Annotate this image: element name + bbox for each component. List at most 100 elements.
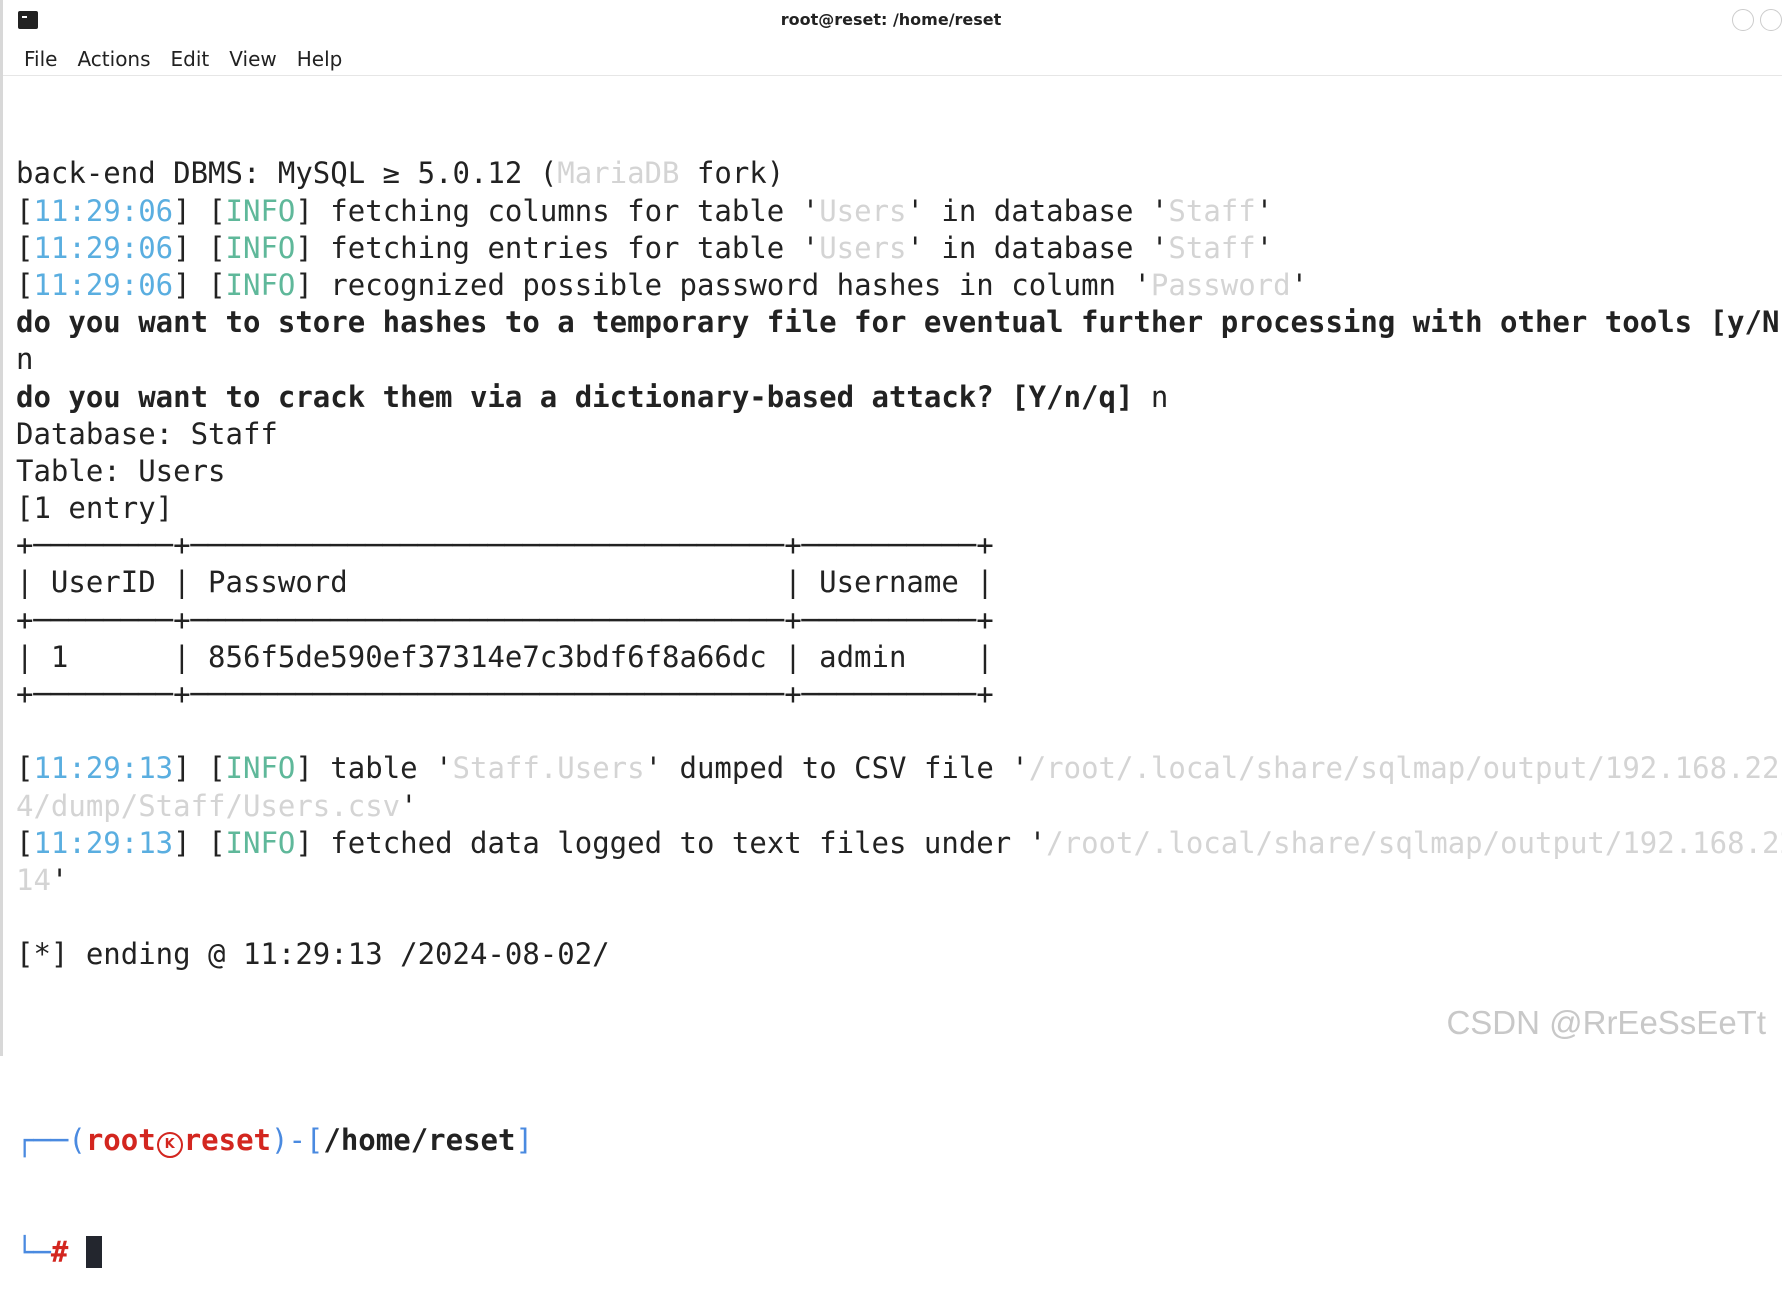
log-level: INFO [225, 751, 296, 786]
output-text: Database: Staff [16, 416, 278, 451]
timestamp: 11:29:13 [33, 751, 174, 786]
output-text: ' in database ' [906, 193, 1169, 228]
timestamp: 11:29:06 [33, 267, 174, 302]
output-text: ] [ [173, 825, 226, 860]
output-text: /root/.local/share/sqlmap/output/192.168… [1046, 825, 1782, 860]
output-text: [1 entry] [16, 491, 174, 526]
prompt-path: /home/reset [323, 1123, 516, 1158]
output-text: Users [819, 230, 907, 265]
prompt-bracket: ] [515, 1123, 533, 1158]
output-text: [ [16, 825, 34, 860]
terminal-line: 14' [16, 862, 1782, 899]
output-text: [ [16, 751, 34, 786]
output-text: ] recognized possible password hashes in… [295, 267, 1151, 302]
terminal-output[interactable]: back-end DBMS: MySQL ≥ 5.0.12 (MariaDB f… [16, 81, 1782, 1308]
output-text: [*] ending @ 11:29:13 /2024-08-02/ [16, 937, 610, 972]
terminal-line: +────────+──────────────────────────────… [16, 676, 1782, 713]
menu-help[interactable]: Help [287, 40, 353, 75]
timestamp: 11:29:13 [33, 825, 174, 860]
output-text: 4/dump/Staff/Users.csv [16, 788, 401, 823]
prompt-corner: ┌──( [16, 1123, 86, 1158]
output-text: ' [50, 862, 69, 897]
output-text: back-end DBMS: MySQL ≥ 5.0.12 ( [16, 156, 558, 191]
output-text: [ [16, 267, 34, 302]
output-text: fork) [679, 156, 785, 191]
output-text: [ [16, 193, 34, 228]
prompt-user: root [85, 1123, 156, 1158]
output-text: 14 [16, 862, 51, 897]
terminal-line: n [16, 341, 1782, 378]
output-text: ' [1290, 267, 1309, 302]
output-text: ' [400, 788, 418, 823]
menu-file[interactable]: File [14, 40, 67, 75]
prompt-line-2: └─# [16, 1234, 1782, 1271]
prompt-hash: # [50, 1234, 69, 1269]
terminal-line: back-end DBMS: MySQL ≥ 5.0.12 (MariaDB f… [16, 155, 1782, 192]
terminal-line: 4/dump/Staff/Users.csv' [16, 788, 1782, 825]
menu-view[interactable]: View [219, 40, 286, 75]
minimize-button[interactable] [1732, 9, 1754, 31]
menu-edit[interactable]: Edit [161, 40, 220, 75]
prompt-separator: )-[ [271, 1123, 324, 1158]
output-text: do you want to crack them via a dictiona… [16, 379, 1134, 414]
output-text: ] table ' [295, 751, 453, 786]
terminal-line: [11:29:13] [INFO] table 'Staff.Users' du… [16, 750, 1782, 787]
title-bar: root@reset: /home/reset [0, 0, 1782, 40]
timestamp: 11:29:06 [33, 230, 174, 265]
output-text: | UserID | Password | Username | [16, 565, 994, 600]
terminal-line: [11:29:06] [INFO] fetching columns for t… [16, 193, 1782, 230]
output-text: /root/.local/share/sqlmap/output/192.168… [1028, 751, 1782, 786]
output-text: n [16, 342, 34, 377]
terminal-line: +────────+──────────────────────────────… [16, 602, 1782, 639]
output-text: | 1 | 856f5de590ef37314e7c3bdf6f8a66dc |… [16, 639, 994, 674]
log-level: INFO [225, 267, 296, 302]
menu-actions[interactable]: Actions [67, 40, 160, 75]
timestamp: 11:29:06 [33, 193, 174, 228]
text-cursor[interactable] [85, 1235, 102, 1268]
terminal-line: do you want to store hashes to a tempora… [16, 304, 1782, 341]
output-text: Staff [1168, 193, 1256, 228]
prompt-host: reset [183, 1123, 271, 1158]
output-text: do you want to store hashes to a tempora… [16, 305, 1782, 340]
terminal-line: [11:29:06] [INFO] fetching entries for t… [16, 230, 1782, 267]
window-border [0, 0, 3, 1056]
output-text: Password [1150, 267, 1291, 302]
output-text: ] [ [173, 193, 226, 228]
output-text: ' [1255, 230, 1274, 265]
menu-bar: File Actions Edit View Help [0, 40, 1782, 76]
log-level: INFO [225, 825, 296, 860]
output-text: ] [ [173, 267, 226, 302]
output-text: ' in database ' [906, 230, 1169, 265]
terminal-line: +────────+──────────────────────────────… [16, 527, 1782, 564]
output-text: ' dumped to CSV file ' [644, 751, 1029, 786]
output-text: +────────+──────────────────────────────… [16, 677, 994, 712]
output-text: ] fetching entries for table ' [295, 230, 820, 265]
log-level: INFO [225, 230, 296, 265]
output-text: ] [ [173, 230, 226, 265]
output-text: Table: Users [16, 453, 226, 488]
watermark: CSDN @RrEeSsEeTt [1446, 1004, 1766, 1041]
terminal-line: [1 entry] [16, 490, 1782, 527]
terminal-line: | UserID | Password | Username | [16, 564, 1782, 601]
log-level: INFO [225, 193, 296, 228]
kali-skull-icon: K [156, 1132, 183, 1159]
terminal-line: [11:29:13] [INFO] fetched data logged to… [16, 825, 1782, 862]
output-text: ] fetched data logged to text files unde… [295, 825, 1047, 860]
terminal-line: Table: Users [16, 453, 1782, 490]
window-title: root@reset: /home/reset [780, 10, 1002, 29]
terminal-line: do you want to crack them via a dictiona… [16, 379, 1782, 416]
output-text: +────────+──────────────────────────────… [16, 602, 994, 637]
terminal-line: [11:29:06] [INFO] recognized possible pa… [16, 267, 1782, 304]
terminal-line: | 1 | 856f5de590ef37314e7c3bdf6f8a66dc |… [16, 639, 1782, 676]
output-text: Staff [1168, 230, 1256, 265]
output-text: +────────+──────────────────────────────… [16, 528, 994, 563]
terminal-line: [*] ending @ 11:29:13 /2024-08-02/ [16, 936, 1782, 973]
output-text: ] fetching columns for table ' [295, 193, 820, 228]
output-text: n [1133, 379, 1169, 414]
terminal-line: Database: Staff [16, 416, 1782, 453]
prompt-line-1: ┌──(root Kreset)-[/home/reset] [16, 1122, 1782, 1159]
output-text: ] [ [173, 751, 226, 786]
maximize-button[interactable] [1760, 9, 1782, 31]
